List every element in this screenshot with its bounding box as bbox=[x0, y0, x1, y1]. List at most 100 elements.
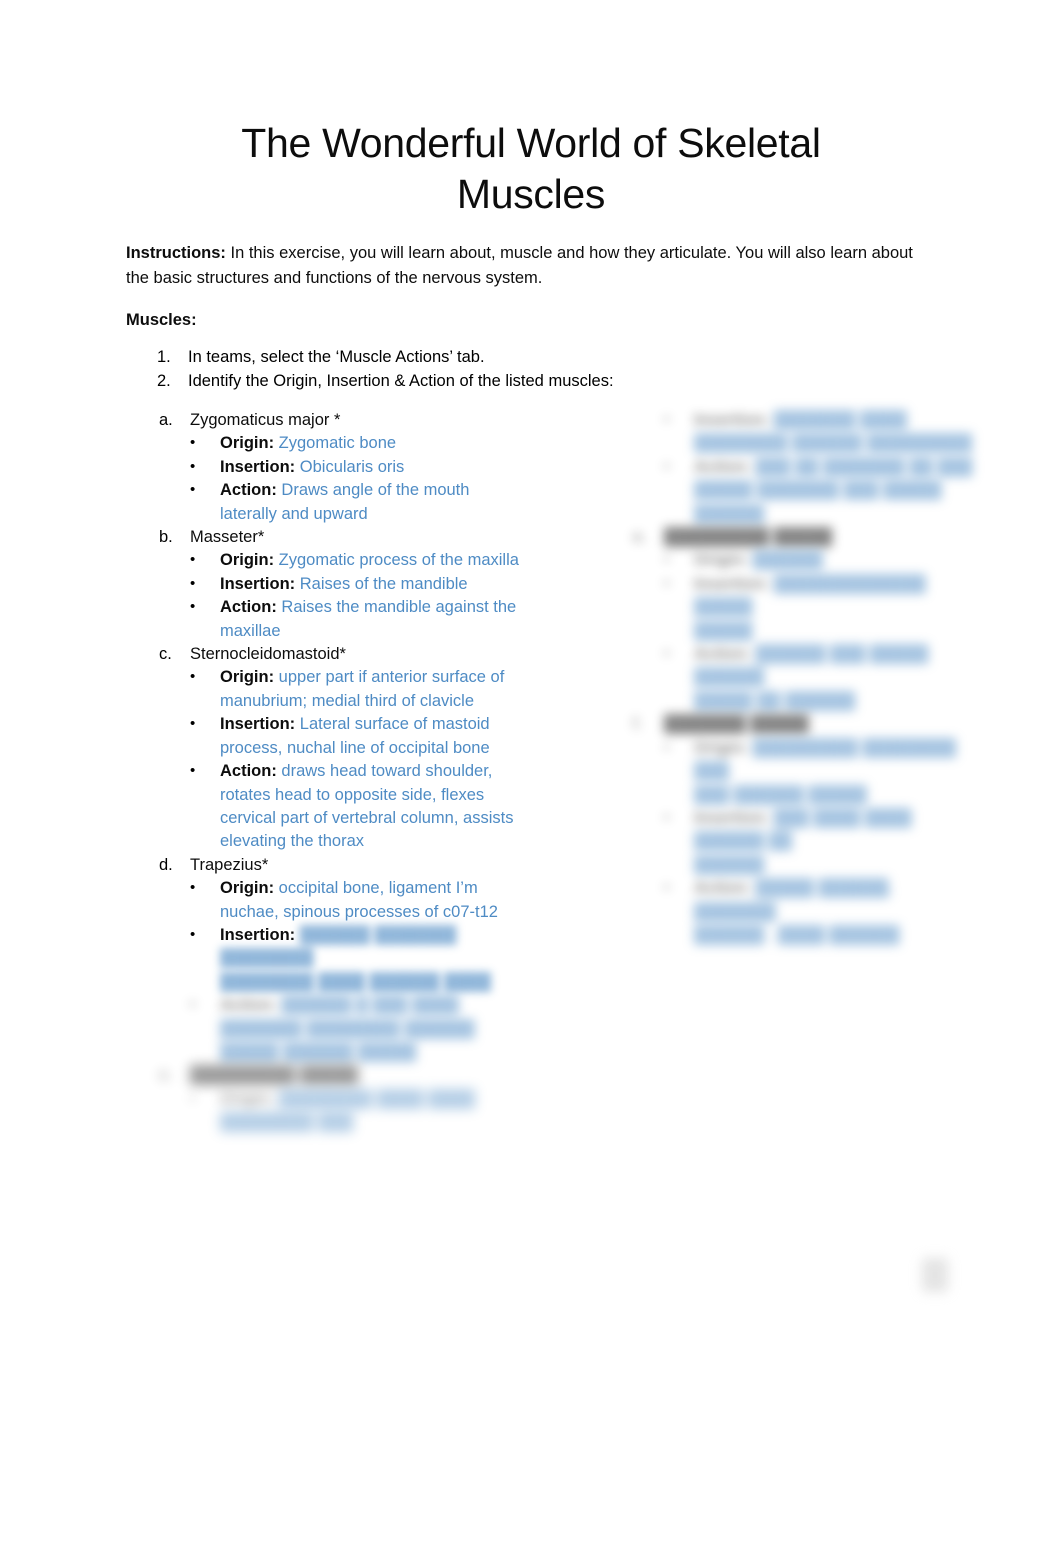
action-label: Action: bbox=[220, 598, 277, 617]
muscle-name: Sternocleidomastoid* bbox=[190, 645, 346, 664]
origin-value-obscured: ██████ bbox=[752, 551, 823, 570]
page-title-line-1: The Wonderful World of Skeletal bbox=[241, 120, 821, 166]
obscured-text-line: █████ bbox=[664, 620, 975, 643]
bullet-icon: • bbox=[664, 738, 670, 756]
muscle-origin-row-obscured: • Origin: █████████ ████████ ███ bbox=[664, 737, 975, 784]
muscle-action-row: • Action: Draws angle of the mouth later… bbox=[190, 479, 526, 526]
bullet-icon: • bbox=[190, 996, 196, 1014]
obscured-text-line: ██████ bbox=[664, 503, 975, 526]
bullet-icon: • bbox=[664, 457, 670, 475]
insertion-value-obscured-line2: ██████ bbox=[694, 855, 765, 874]
bullet-icon: • bbox=[664, 879, 670, 897]
bullet-icon: • bbox=[190, 925, 196, 943]
action-value-obscured-line2: █████ ██ ██████ bbox=[694, 691, 856, 710]
numbered-list-item: 2. Identify the Origin, Insertion & Acti… bbox=[126, 369, 886, 393]
insertion-value: Obicularis oris bbox=[299, 457, 405, 476]
list-item-text: Identify the Origin, Insertion & Action … bbox=[188, 372, 614, 390]
list-item-text: In teams, select the ‘Muscle Actions’ ta… bbox=[188, 348, 485, 366]
muscle-action-row: • Action: Raises the mandible against th… bbox=[190, 596, 526, 643]
bullet-icon: • bbox=[190, 481, 196, 499]
muscle-name-obscured: ███████ █████ bbox=[664, 715, 809, 734]
numbered-instruction-list: 1. In teams, select the ‘Muscle Actions’… bbox=[126, 345, 886, 393]
instructions-text: In this exercise, you will learn about, … bbox=[126, 244, 913, 287]
instructions-label: Instructions: bbox=[126, 244, 226, 262]
muscle-name: Trapezius* bbox=[190, 855, 269, 874]
list-marker: c. bbox=[159, 645, 172, 664]
muscle-insertion-row: • Insertion: Raises of the mandible bbox=[190, 573, 526, 596]
list-marker: b. bbox=[159, 528, 173, 547]
obscured-text-line: ████████ ███ bbox=[190, 1111, 526, 1134]
muscle-name-obscured: █████████ █████ bbox=[190, 1066, 359, 1085]
obscured-text-line: █████ ███████ ███ █████ bbox=[664, 479, 975, 502]
action-label-obscured: Action: bbox=[694, 879, 751, 898]
muscle-entry-obscured: f. ███████ █████ bbox=[600, 713, 975, 736]
action-value-obscured: ██████ █ ███ ████ bbox=[281, 996, 459, 1015]
origin-value-obscured-line2: ████████ ███ bbox=[220, 1113, 354, 1132]
insertion-value-obscured: ███████ ████ bbox=[773, 411, 907, 429]
insertion-value-obscured-line2: ████████ ██████ █████████ bbox=[694, 434, 973, 453]
list-marker: 1. bbox=[157, 348, 171, 366]
bullet-icon: • bbox=[190, 434, 196, 452]
bullet-icon: • bbox=[190, 715, 196, 733]
muscle-action-row-obscured: • Action: ███ ██ ███████ ██ ███ bbox=[664, 456, 975, 479]
document-page: The Wonderful World of Skeletal Muscles … bbox=[0, 0, 1062, 1556]
obscured-text-line: █████ ██████ █████ bbox=[190, 1041, 526, 1064]
bullet-icon: • bbox=[190, 574, 196, 592]
origin-label-obscured: Origin: bbox=[220, 1089, 275, 1108]
obscured-text-line: █████ ██ ██████ bbox=[664, 690, 975, 713]
list-marker: d. bbox=[159, 855, 173, 874]
muscle-origin-row-obscured: • Origin: ██████ bbox=[664, 549, 975, 572]
list-marker: f. bbox=[633, 715, 643, 734]
origin-value-obscured-line2: ███ ██████ █████ bbox=[694, 785, 867, 804]
obscured-text-line: ███ ██████ █████ bbox=[664, 784, 975, 807]
origin-label-obscured: Origin: bbox=[694, 738, 749, 757]
obscured-text-line: ██████ bbox=[664, 854, 975, 877]
page-title: The Wonderful World of Skeletal Muscles bbox=[126, 118, 936, 220]
obscured-text-line: ███████ ████████ ██████ bbox=[190, 1018, 526, 1041]
insertion-label: Insertion: bbox=[220, 574, 296, 593]
action-value-obscured-line3: ██████ bbox=[694, 504, 765, 523]
insertion-value: Raises of the mandible bbox=[299, 574, 468, 593]
origin-label: Origin: bbox=[220, 434, 275, 453]
muscle-name: Masseter* bbox=[190, 528, 265, 547]
insertion-value-obscured-line2: █████ bbox=[694, 621, 753, 640]
muscle-insertion-row: • Insertion: Lateral surface of mastoid … bbox=[190, 713, 526, 760]
page-corner-artifact bbox=[922, 1258, 948, 1292]
obscured-text-line: ██████ , ████ ██████ bbox=[664, 924, 975, 947]
bullet-icon: • bbox=[190, 598, 196, 616]
muscle-entry-zygomaticus-major: a. Zygomaticus major * bbox=[126, 409, 526, 432]
muscle-entry-masseter: b. Masseter* bbox=[126, 526, 526, 549]
bullet-icon: • bbox=[190, 762, 196, 780]
muscle-action-row-obscured: • Action: ██████ █ ███ ████ bbox=[190, 994, 526, 1017]
origin-value-obscured: ████████ ████ ████ bbox=[278, 1089, 475, 1108]
bullet-icon: • bbox=[664, 645, 670, 663]
origin-label: Origin: bbox=[220, 551, 275, 570]
muscle-list-left-column: a. Zygomaticus major * • Origin: Zygomat… bbox=[126, 409, 526, 1135]
muscle-insertion-row-obscured: • Insertion: ███ ████ ████ ██████ ██ bbox=[664, 807, 975, 854]
action-label-obscured: Action: bbox=[220, 996, 277, 1015]
list-marker: e. bbox=[159, 1066, 173, 1085]
muscle-action-row-obscured: • Action: ██████ ███ █████ ██████ bbox=[664, 643, 975, 690]
action-label-obscured: Action: bbox=[694, 457, 751, 476]
muscle-origin-row: • Origin: occipital bone, ligament I’m n… bbox=[190, 877, 526, 924]
instructions-paragraph: Instructions: In this exercise, you will… bbox=[126, 241, 916, 291]
action-value-obscured-line2: █████ ███████ ███ █████ bbox=[694, 481, 942, 500]
muscles-heading: Muscles: bbox=[126, 311, 197, 329]
muscle-name: Zygomaticus major * bbox=[190, 411, 341, 429]
origin-value: Zygomatic process of the maxilla bbox=[278, 551, 519, 570]
bullet-icon: • bbox=[664, 551, 670, 569]
muscle-origin-row: • Origin: Zygomatic process of the maxil… bbox=[190, 549, 526, 572]
muscle-action-row-obscured: • Action: █████ ██████, ███████ bbox=[664, 877, 975, 924]
bullet-icon: • bbox=[190, 879, 196, 897]
muscle-action-row: • Action: draws head toward shoulder, ro… bbox=[190, 760, 526, 854]
origin-label-obscured: Origin: bbox=[694, 551, 749, 570]
insertion-label: Insertion: bbox=[220, 457, 296, 476]
insertion-label-obscured: Insertion: bbox=[694, 574, 770, 593]
muscle-insertion-row-obscured: • Insertion: ███████ ████ bbox=[664, 409, 975, 432]
muscle-origin-row: • Origin: upper part if anterior surface… bbox=[190, 666, 526, 713]
action-label: Action: bbox=[220, 481, 277, 500]
bullet-icon: • bbox=[664, 574, 670, 592]
action-value-obscured: ███ ██ ███████ ██ ███ bbox=[755, 457, 973, 476]
bullet-icon: • bbox=[664, 411, 670, 428]
bullet-icon: • bbox=[190, 551, 196, 569]
